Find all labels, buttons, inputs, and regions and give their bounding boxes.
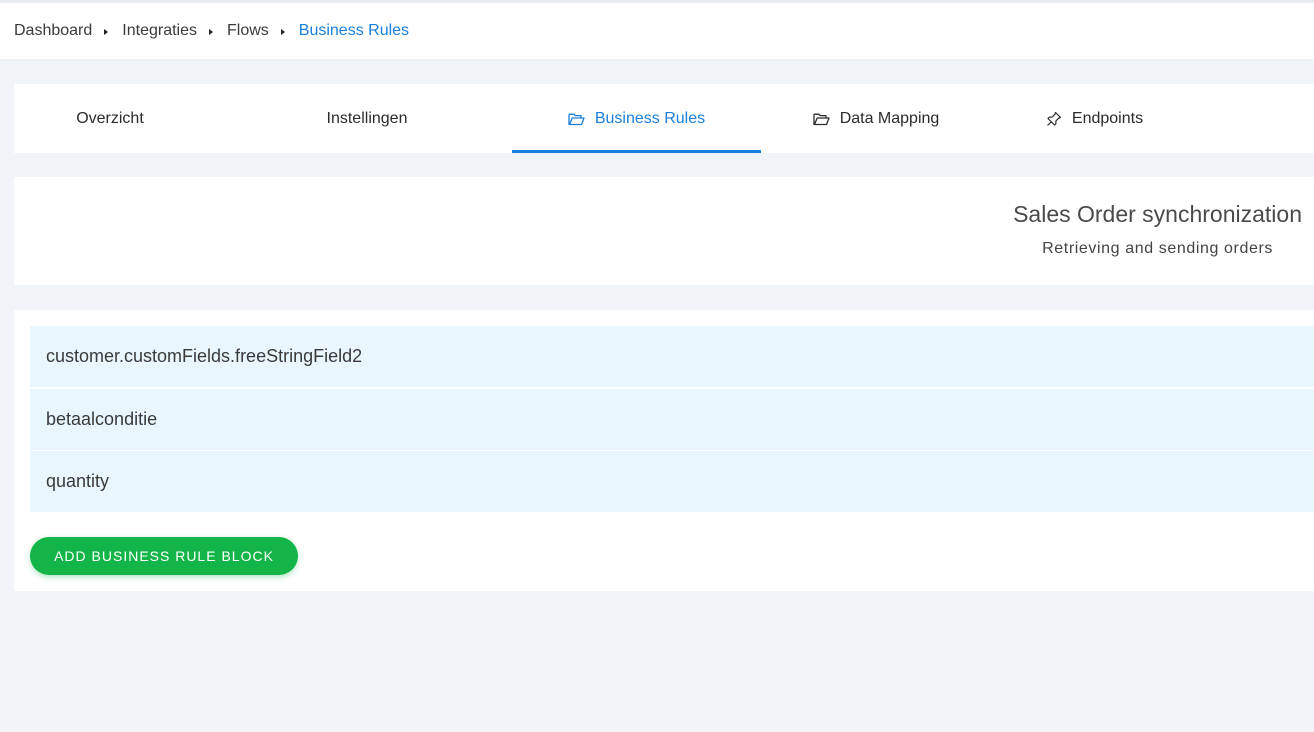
tab-label: Instellingen (326, 109, 408, 127)
breadcrumb-flows[interactable]: Flows (227, 22, 269, 40)
breadcrumb-dashboard[interactable]: Dashboard (14, 22, 92, 40)
breadcrumb-separator-icon (209, 29, 213, 35)
tab-label: Data Mapping (839, 109, 940, 127)
flow-header-card: Sales Order synchronization Retrieving a… (14, 177, 1314, 285)
folder-open-icon (568, 110, 586, 128)
tab-label: Overzicht (76, 109, 144, 127)
tab-instellingen[interactable]: Instellingen (246, 84, 488, 153)
breadcrumb: Dashboard Integraties Flows Business Rul… (0, 3, 1314, 59)
rule-row[interactable]: customer.customFields.freeStringField2 (30, 326, 1314, 387)
business-rules-card: customer.customFields.freeStringField2 b… (14, 310, 1314, 591)
tab-business-rules[interactable]: Business Rules (512, 84, 761, 153)
rule-label: betaalconditie (46, 409, 158, 429)
tab-label: Endpoints (1071, 109, 1144, 127)
tab-label: Business Rules (594, 109, 706, 127)
flow-title: Sales Order synchronization (1013, 201, 1302, 227)
rule-label: customer.customFields.freeStringField2 (46, 346, 363, 366)
breadcrumb-separator-icon (280, 29, 285, 35)
rule-row[interactable]: betaalconditie (30, 389, 1314, 450)
rule-row[interactable]: quantity (30, 451, 1314, 512)
breadcrumb-current: Business Rules (298, 22, 410, 39)
breadcrumb-separator-icon (104, 29, 109, 35)
tab-overzicht[interactable]: Overzicht (14, 84, 206, 153)
flow-subtitle: Retrieving and sending orders (1042, 240, 1273, 257)
pin-icon (1045, 110, 1063, 128)
breadcrumb-integraties[interactable]: Integraties (122, 22, 197, 40)
add-business-rule-block-button[interactable]: ADD BUSINESS RULE BLOCK (30, 537, 298, 575)
tab-bar: Overzicht Instellingen Business Rules Da… (14, 84, 1314, 153)
tab-data-mapping[interactable]: Data Mapping (776, 84, 976, 153)
rule-label: quantity (46, 471, 110, 491)
folder-open-icon (813, 110, 831, 128)
tab-endpoints[interactable]: Endpoints (1014, 84, 1174, 153)
